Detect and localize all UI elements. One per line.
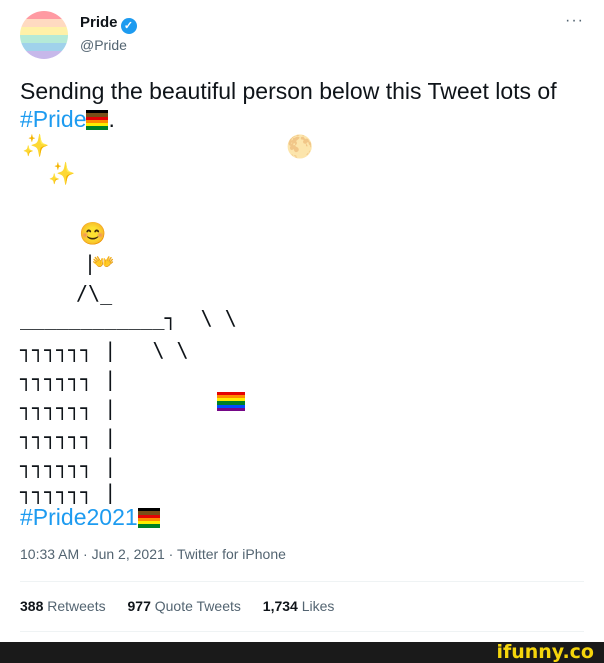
quote-tweets-count: 977 bbox=[127, 598, 151, 614]
building-row: ┐┐┐┐┐┐ | bbox=[20, 367, 117, 391]
divider bbox=[20, 631, 584, 632]
retweets-stat[interactable]: 388 Retweets bbox=[20, 598, 106, 614]
quote-tweets-stat[interactable]: 977 Quote Tweets bbox=[128, 598, 241, 614]
hashtag-link[interactable]: #Pride bbox=[20, 106, 86, 132]
retweets-count: 388 bbox=[20, 598, 44, 614]
avatar-stripe bbox=[20, 27, 68, 35]
tweet-text-end: . bbox=[108, 106, 115, 132]
retweets-label: Retweets bbox=[47, 598, 106, 614]
hashtag-link[interactable]: #Pride2021 bbox=[20, 504, 138, 530]
avatar-stripe bbox=[20, 19, 68, 27]
tweet-timestamp[interactable]: 10:33 AM · Jun 2, 2021 · Twitter for iPh… bbox=[20, 546, 286, 562]
avatar-stripe bbox=[20, 43, 68, 51]
account-name[interactable]: Pride ✓ bbox=[80, 14, 137, 34]
account-handle[interactable]: @Pride bbox=[80, 37, 127, 53]
divider bbox=[20, 581, 584, 582]
progress-pride-flag-icon bbox=[86, 110, 109, 130]
verified-badge-icon: ✓ bbox=[120, 18, 137, 34]
building-row: ┐┐┐┐┐┐ | bbox=[20, 396, 117, 420]
likes-label: Likes bbox=[301, 598, 335, 614]
more-options-icon[interactable]: ··· bbox=[565, 12, 584, 30]
smiling-face-icon: 😊 bbox=[79, 221, 107, 246]
bottom-hashtag-line: #Pride2021 bbox=[20, 503, 580, 531]
avatar-stripe bbox=[20, 35, 68, 43]
building-row: ┐┐┐┐┐┐ | \ \ bbox=[20, 338, 189, 362]
building-roof: ____________┐ \ \ bbox=[20, 306, 237, 330]
sparkles-icon: ✨ bbox=[22, 133, 50, 158]
avatar-stripe bbox=[20, 51, 68, 59]
progress-pride-flag-icon bbox=[137, 508, 160, 528]
account-name-label[interactable]: Pride bbox=[80, 14, 118, 31]
building-row: ┐┐┐┐┐┐ | bbox=[20, 480, 117, 504]
avatar[interactable] bbox=[20, 11, 68, 59]
building-row: ┐┐┐┐┐┐ | bbox=[20, 454, 117, 478]
sparkles-icon: ✨ bbox=[48, 161, 76, 186]
rainbow-flag-icon bbox=[217, 392, 245, 411]
quote-tweets-label: Quote Tweets bbox=[154, 598, 241, 614]
full-moon-icon: 🌕 bbox=[286, 134, 314, 159]
likes-stat[interactable]: 1,734 Likes bbox=[263, 598, 335, 614]
stick-legs: /\_ bbox=[76, 281, 113, 305]
engagement-stats: 388 Retweets 977 Quote Tweets 1,734 Like… bbox=[20, 598, 352, 614]
ifunny-watermark: ifunny.co bbox=[496, 641, 594, 663]
tweet-text: Sending the beautiful person below this … bbox=[20, 77, 580, 133]
avatar-stripe bbox=[20, 11, 68, 19]
watermark-bar: ifunny.co bbox=[0, 642, 604, 663]
tweet-text-line: Sending the beautiful person below this … bbox=[20, 78, 557, 104]
building-row: ┐┐┐┐┐┐ | bbox=[20, 425, 117, 449]
likes-count: 1,734 bbox=[262, 598, 298, 614]
open-hands-icon: 👐 bbox=[92, 252, 115, 272]
